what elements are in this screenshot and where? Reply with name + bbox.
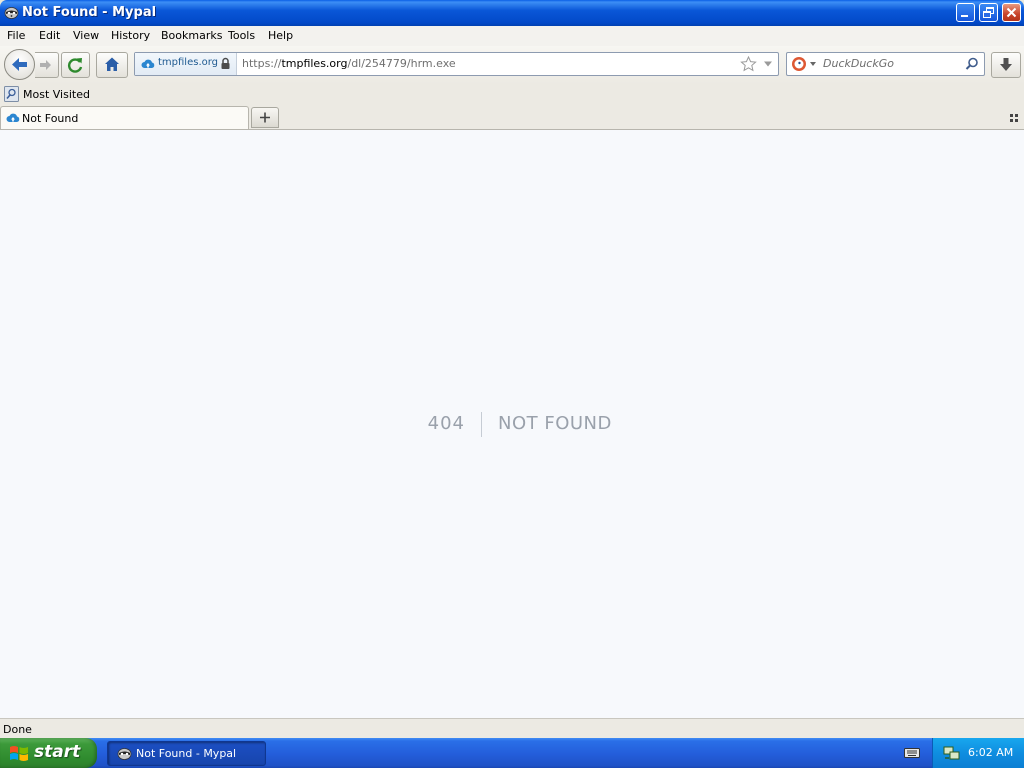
download-arrow-icon bbox=[1000, 58, 1012, 71]
menu-bar: File Edit View History Bookmarks Tools H… bbox=[0, 26, 1024, 46]
minimize-button[interactable] bbox=[956, 3, 975, 22]
window-title: Not Found - Mypal bbox=[22, 5, 157, 20]
list-all-tabs-icon[interactable] bbox=[1008, 113, 1020, 123]
reload-button[interactable] bbox=[61, 52, 90, 78]
tab-label: Not Found bbox=[22, 112, 79, 125]
status-text: Done bbox=[3, 723, 32, 736]
menu-edit[interactable]: Edit bbox=[39, 29, 60, 42]
most-visited-folder[interactable]: Most Visited bbox=[0, 84, 90, 105]
minimize-icon bbox=[961, 15, 968, 17]
navigation-toolbar: tmpfiles.org https://tmpfiles.org/dl/254… bbox=[0, 46, 1024, 84]
cloud-upload-icon bbox=[6, 113, 20, 122]
restore-button[interactable] bbox=[979, 3, 998, 22]
system-tray: 6:02 AM bbox=[932, 738, 1024, 768]
url-prefix: https:// bbox=[242, 57, 282, 70]
windows-logo-icon bbox=[10, 746, 28, 761]
forward-arrow-icon bbox=[40, 60, 51, 70]
start-button[interactable]: start bbox=[0, 738, 97, 768]
back-arrow-icon bbox=[12, 58, 27, 71]
home-icon bbox=[105, 57, 119, 71]
menu-bookmarks[interactable]: Bookmarks bbox=[161, 29, 222, 42]
url-bar[interactable]: tmpfiles.org https://tmpfiles.org/dl/254… bbox=[134, 52, 779, 76]
search-icon[interactable] bbox=[965, 57, 979, 71]
menu-history[interactable]: History bbox=[111, 29, 150, 42]
menu-file[interactable]: File bbox=[7, 29, 25, 42]
star-icon[interactable] bbox=[740, 56, 757, 72]
tab-not-found[interactable]: Not Found bbox=[0, 106, 249, 129]
url-host: tmpfiles.org bbox=[281, 57, 348, 70]
dropdown-arrow-icon[interactable] bbox=[762, 59, 774, 69]
keyboard-icon[interactable] bbox=[904, 746, 920, 759]
most-visited-label: Most Visited bbox=[23, 88, 90, 101]
lock-icon bbox=[221, 57, 230, 69]
error-message: NOT FOUND bbox=[498, 413, 612, 434]
duckduckgo-icon[interactable] bbox=[791, 56, 807, 72]
site-identity-label: tmpfiles.org bbox=[158, 57, 219, 68]
status-bar: Done bbox=[0, 718, 1024, 739]
start-label: start bbox=[34, 742, 81, 762]
menu-help[interactable]: Help bbox=[268, 29, 293, 42]
new-tab-button[interactable] bbox=[251, 107, 279, 128]
home-button[interactable] bbox=[96, 52, 128, 78]
most-visited-icon bbox=[4, 86, 19, 102]
page-content: 404 NOT FOUND bbox=[0, 130, 1024, 718]
chevron-down-icon bbox=[810, 62, 816, 66]
search-input[interactable]: DuckDuckGo bbox=[823, 57, 894, 70]
window-titlebar[interactable]: Not Found - Mypal bbox=[0, 0, 1024, 26]
plus-icon bbox=[260, 112, 270, 123]
reload-icon bbox=[68, 58, 83, 73]
menu-view[interactable]: View bbox=[73, 29, 99, 42]
mypal-raccoon-icon bbox=[4, 7, 19, 19]
clock[interactable]: 6:02 AM bbox=[968, 746, 1013, 759]
downloads-button[interactable] bbox=[991, 52, 1021, 78]
bookmarks-toolbar: Most Visited bbox=[0, 84, 1024, 105]
tab-strip: Not Found bbox=[0, 105, 1024, 130]
url-path: /dl/254779/hrm.exe bbox=[347, 57, 456, 70]
mypal-raccoon-icon bbox=[117, 748, 132, 760]
search-bar[interactable]: DuckDuckGo bbox=[786, 52, 985, 76]
cloud-upload-icon bbox=[141, 59, 155, 68]
network-icon[interactable] bbox=[943, 745, 960, 761]
taskbar-item-label: Not Found - Mypal bbox=[136, 747, 237, 760]
error-code: 404 bbox=[427, 413, 465, 434]
menu-tools[interactable]: Tools bbox=[228, 29, 255, 42]
close-icon bbox=[1006, 7, 1017, 18]
taskbar: start Not Found - Mypal 6:02 AM bbox=[0, 738, 1024, 768]
site-identity-button[interactable]: tmpfiles.org bbox=[135, 53, 237, 75]
taskbar-item-mypal[interactable]: Not Found - Mypal bbox=[107, 741, 266, 766]
error-divider bbox=[481, 412, 482, 437]
close-button[interactable] bbox=[1002, 3, 1021, 22]
restore-icon bbox=[983, 7, 994, 18]
forward-button[interactable] bbox=[35, 52, 59, 78]
back-button[interactable] bbox=[4, 49, 35, 80]
url-text[interactable]: https://tmpfiles.org/dl/254779/hrm.exe bbox=[242, 57, 456, 70]
